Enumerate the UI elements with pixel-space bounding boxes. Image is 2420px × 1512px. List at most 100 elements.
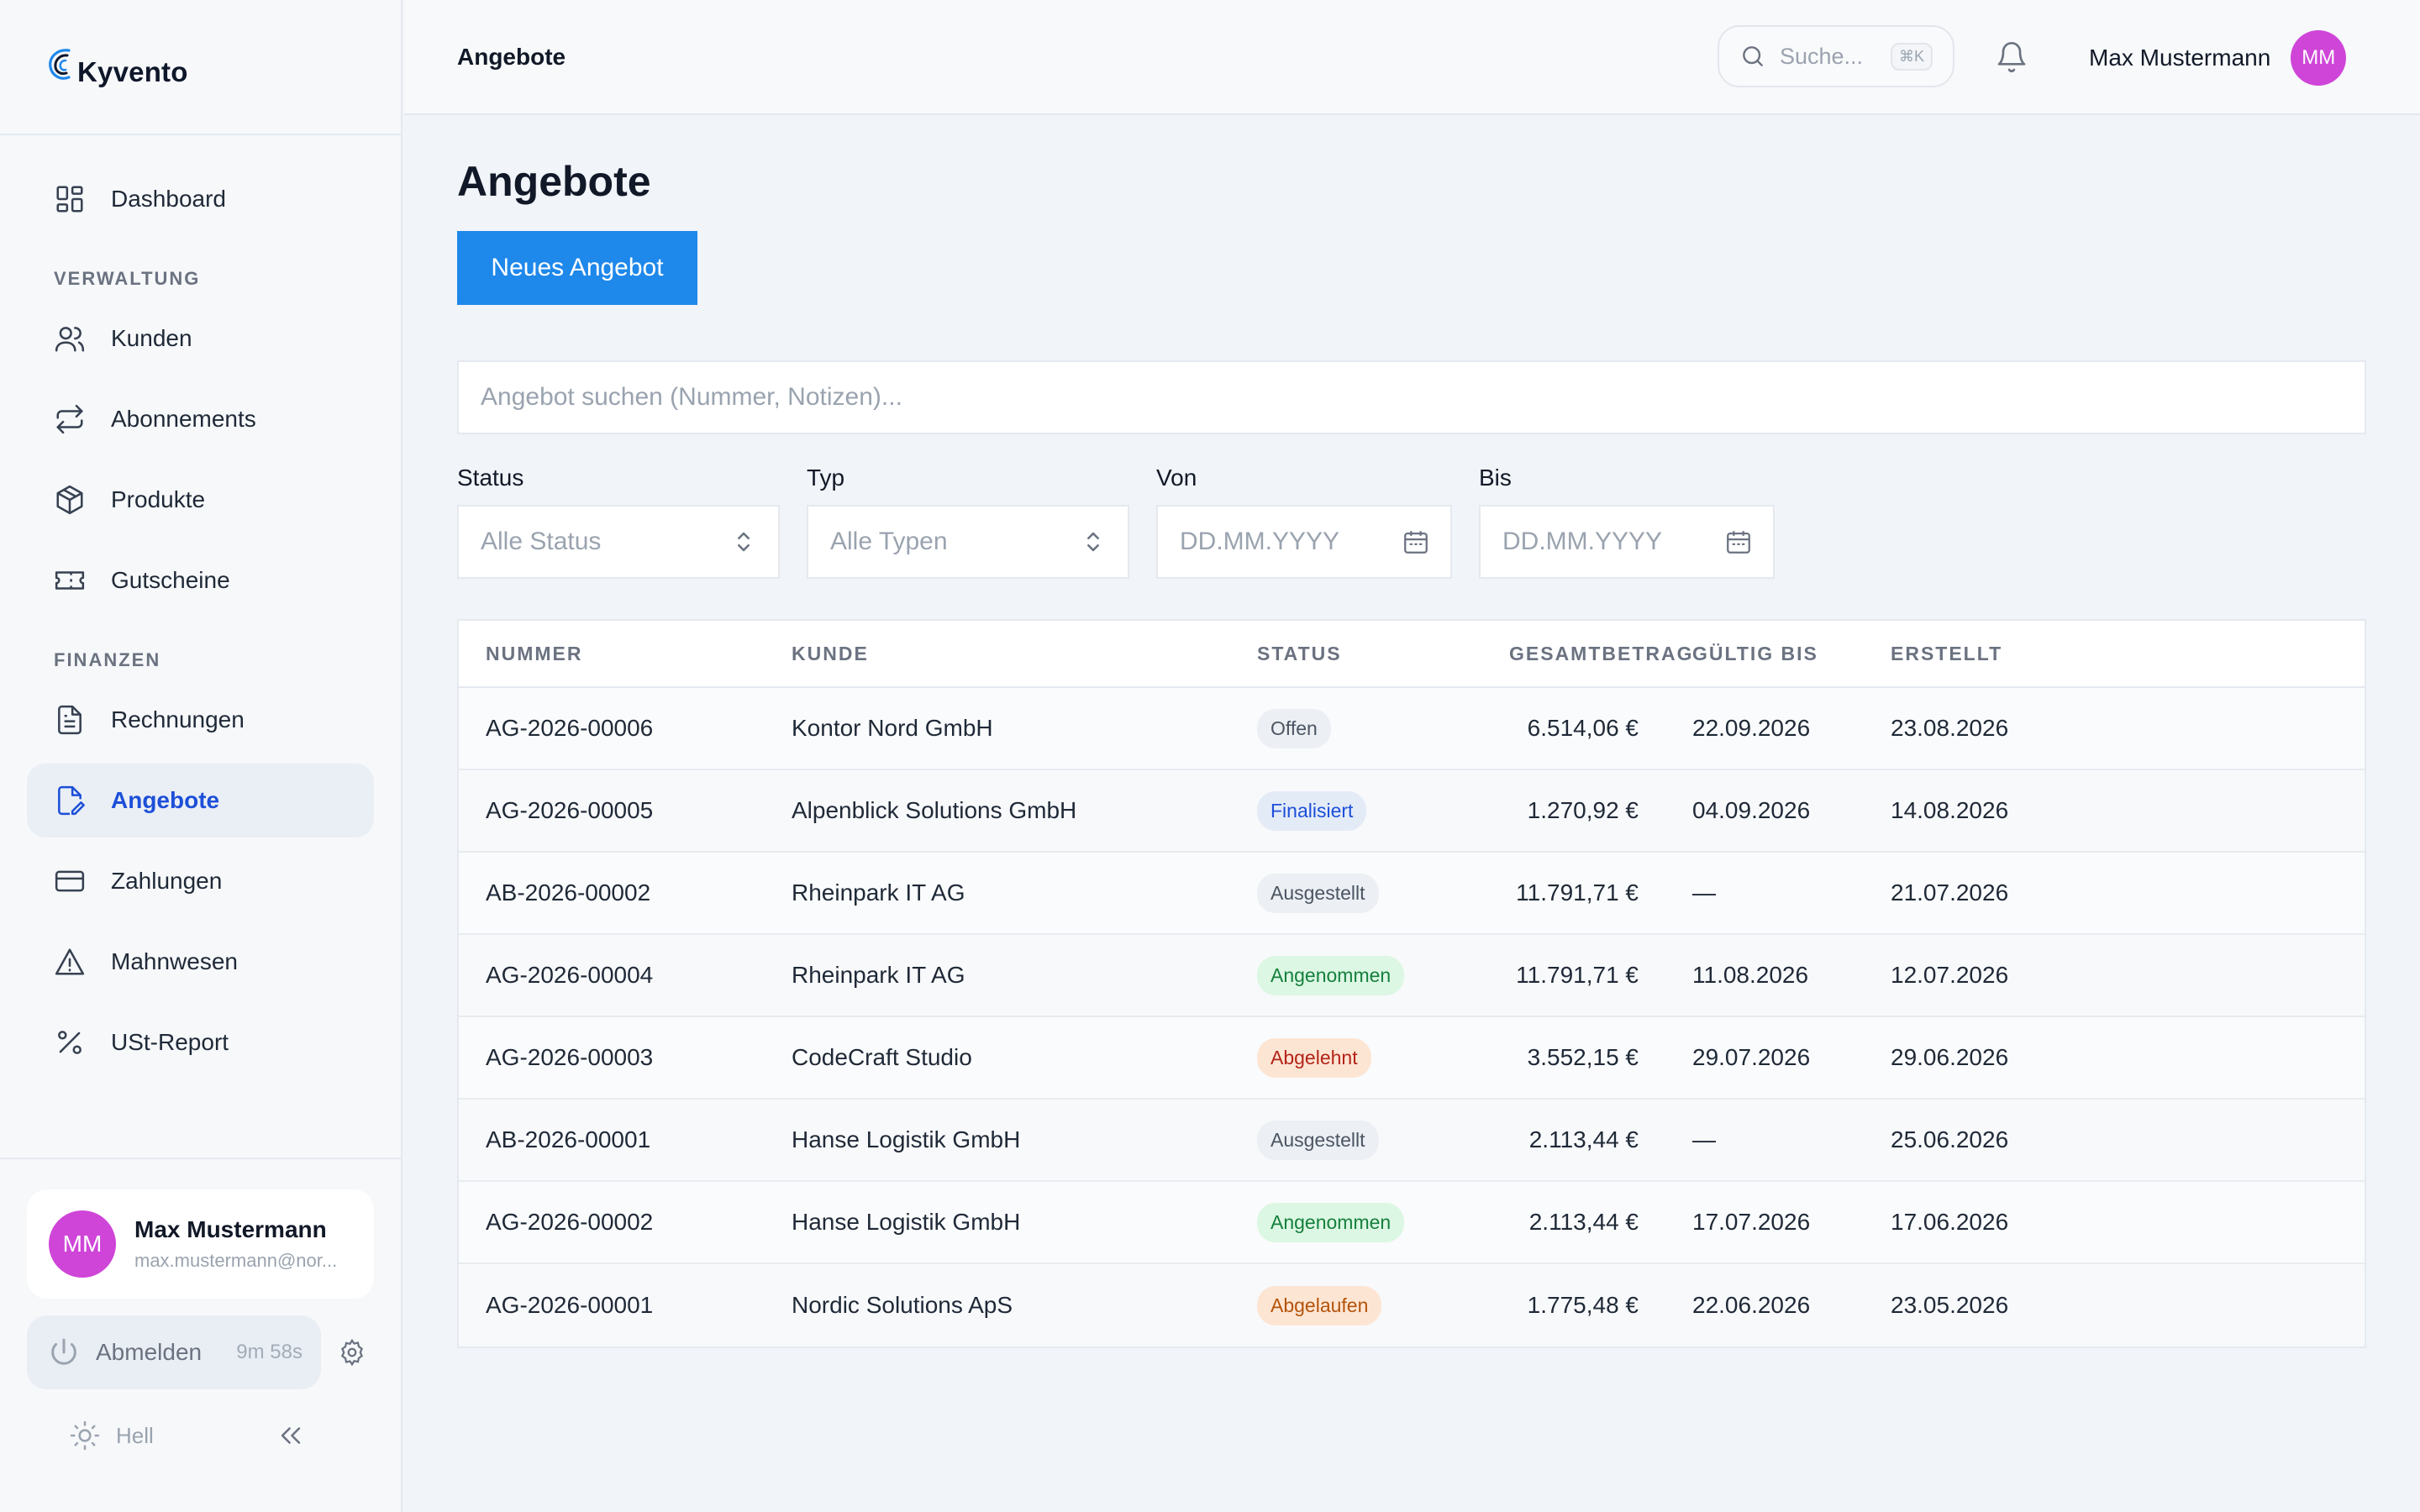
table-row[interactable]: AG-2026-00003 CodeCraft Studio Abgelehnt…: [459, 1017, 2365, 1100]
new-quote-button[interactable]: Neues Angebot: [457, 231, 697, 305]
session-timer: 9m 58s: [236, 1341, 302, 1363]
status-badge: Ausgestellt: [1257, 1120, 1379, 1160]
cell-kunde: Kontor Nord GmbH: [792, 715, 993, 741]
repeat-icon: [56, 404, 83, 434]
percent-icon: [58, 1031, 82, 1054]
theme-label[interactable]: Hell: [116, 1423, 154, 1449]
topbar-user-name: Max Mustermann: [2089, 45, 2271, 71]
nav-label: USt-Report: [111, 1029, 229, 1055]
cell-gueltig-bis: 29.07.2026: [1692, 1044, 1811, 1070]
cell-gesamtbetrag: 2.113,44 €: [1528, 1126, 1639, 1152]
user-name: Max Mustermann: [134, 1216, 327, 1242]
cell-nummer: AG-2026-00006: [486, 715, 654, 741]
logout-button[interactable]: Abmelden 9m 58s: [27, 1315, 321, 1389]
select-value: Alle Status: [481, 528, 602, 555]
table-row[interactable]: AG-2026-00001 Nordic Solutions ApS Abgel…: [459, 1264, 2365, 1347]
user-card[interactable]: MM Max Mustermann max.mustermann@nor...: [27, 1189, 374, 1299]
cell-gueltig-bis: —: [1692, 1126, 1716, 1152]
user-email: max.mustermann@nor...: [134, 1250, 338, 1271]
filter-label: Typ: [807, 465, 845, 491]
global-search[interactable]: Suche... ⌘K: [1718, 25, 1954, 87]
cell-nummer: AG-2026-00005: [486, 797, 654, 823]
brand-logo[interactable]: Kyvento: [45, 44, 188, 91]
nav-label: Mahnwesen: [111, 948, 238, 974]
table-row[interactable]: AG-2026-00004 Rheinpark IT AG Angenommen…: [459, 935, 2365, 1017]
nav-item-produkte[interactable]: Produkte: [27, 463, 374, 537]
cell-kunde: Rheinpark IT AG: [792, 879, 965, 906]
status-badge: Abgelehnt: [1257, 1037, 1371, 1078]
filter-label: Bis: [1479, 465, 1512, 491]
nav-item-ust-report[interactable]: USt-Report: [27, 1005, 374, 1079]
column-header-status[interactable]: STATUS: [1257, 643, 1509, 665]
table-row[interactable]: AG-2026-00005 Alpenblick Solutions GmbH …: [459, 770, 2365, 853]
status-badge: Finalisiert: [1257, 790, 1367, 831]
main-nav: Dashboard VERWALTUNG Kunden Abonnements …: [0, 162, 401, 1079]
table-row[interactable]: AB-2026-00001 Hanse Logistik GmbH Ausges…: [459, 1100, 2365, 1182]
column-header-kunde[interactable]: KUNDE: [792, 643, 1257, 665]
users-icon: [55, 327, 85, 352]
cell-erstellt: 14.08.2026: [1891, 797, 2009, 823]
status-select[interactable]: Alle Status: [457, 505, 780, 579]
cell-nummer: AG-2026-00002: [486, 1209, 654, 1235]
date-placeholder: DD.MM.YYYY: [1502, 528, 1663, 555]
search-shortcut: ⌘K: [1890, 42, 1933, 71]
type-select[interactable]: Alle Typen: [807, 505, 1129, 579]
cell-erstellt: 23.08.2026: [1891, 715, 2009, 741]
logout-row: Abmelden 9m 58s: [27, 1315, 374, 1389]
cell-gueltig-bis: 22.09.2026: [1692, 715, 1811, 741]
cell-kunde: CodeCraft Studio: [792, 1044, 972, 1070]
cell-status: Ausgestellt: [1257, 1120, 1509, 1160]
column-header-gesamtbetrag[interactable]: GESAMTBETRAG: [1509, 643, 1692, 665]
avatar: MM: [2291, 30, 2347, 86]
nav-item-mahnwesen[interactable]: Mahnwesen: [27, 925, 374, 999]
alert-triangle-icon: [55, 948, 85, 975]
filter-bar: Status Alle Status Typ Alle Typen Von DD…: [457, 465, 2420, 579]
nav-item-rechnungen[interactable]: Rechnungen: [27, 683, 374, 757]
calendar-icon[interactable]: [1724, 528, 1753, 556]
nav-label: Angebote: [111, 787, 220, 813]
nav-label: Zahlungen: [111, 868, 223, 894]
table-row[interactable]: AG-2026-00006 Kontor Nord GmbH Offen 6.5…: [459, 688, 2365, 770]
nav-item-angebote[interactable]: Angebote: [27, 764, 374, 837]
nav-item-zahlungen[interactable]: Zahlungen: [27, 844, 374, 918]
date-from-input[interactable]: DD.MM.YYYY: [1156, 505, 1452, 579]
chevrons-left-icon[interactable]: [276, 1421, 305, 1450]
cell-erstellt: 12.07.2026: [1891, 962, 2009, 988]
cell-nummer: AG-2026-00003: [486, 1044, 654, 1070]
table-row[interactable]: AB-2026-00002 Rheinpark IT AG Ausgestell…: [459, 853, 2365, 935]
cell-nummer: AB-2026-00001: [486, 1126, 651, 1152]
nav-item-abonnements[interactable]: Abonnements: [27, 382, 374, 456]
gear-icon[interactable]: [338, 1338, 366, 1367]
quote-search-input[interactable]: Angebot suchen (Nummer, Notizen)...: [457, 360, 2366, 434]
filter-von: Von DD.MM.YYYY: [1156, 465, 1452, 579]
column-header-nummer[interactable]: NUMMER: [459, 643, 792, 665]
status-badge: Offen: [1257, 708, 1331, 748]
cell-erstellt: 21.07.2026: [1891, 879, 2009, 906]
nav-item-kunden[interactable]: Kunden: [27, 302, 374, 375]
cell-kunde: Hanse Logistik GmbH: [792, 1209, 1021, 1235]
cell-gueltig-bis: 17.07.2026: [1692, 1209, 1811, 1235]
cell-kunde: Rheinpark IT AG: [792, 962, 965, 988]
main-content: Angebote Neues Angebot Angebot suchen (N…: [457, 115, 2420, 1348]
nav-label: Abonnements: [111, 406, 256, 432]
logo-area: Kyvento: [0, 0, 401, 135]
filter-status: Status Alle Status: [457, 465, 780, 579]
calendar-icon[interactable]: [1402, 528, 1430, 556]
brand-name: Kyvento: [77, 55, 188, 87]
sun-icon[interactable]: [69, 1420, 101, 1452]
nav-label: Gutscheine: [111, 567, 230, 593]
search-placeholder: Suche...: [1780, 43, 1864, 69]
cell-gesamtbetrag: 2.113,44 €: [1528, 1209, 1639, 1235]
nav-item-dashboard[interactable]: Dashboard: [27, 162, 374, 236]
bell-icon[interactable]: [1995, 40, 2028, 74]
date-to-input[interactable]: DD.MM.YYYY: [1479, 505, 1775, 579]
power-icon: [51, 1338, 76, 1365]
topbar: Angebote Suche... ⌘K Max Mustermann MM: [404, 0, 2420, 115]
user-info: Max Mustermann max.mustermann@nor...: [134, 1216, 353, 1272]
nav-item-gutscheine[interactable]: Gutscheine: [27, 543, 374, 617]
table-row[interactable]: AG-2026-00002 Hanse Logistik GmbH Angeno…: [459, 1182, 2365, 1264]
page-title: Angebote: [457, 158, 651, 205]
user-menu[interactable]: Max Mustermann MM: [2089, 30, 2347, 86]
column-header-erstellt[interactable]: ERSTELLT: [1891, 643, 2143, 665]
column-header-gueltig-bis[interactable]: GÜLTIG BIS: [1639, 643, 1891, 665]
